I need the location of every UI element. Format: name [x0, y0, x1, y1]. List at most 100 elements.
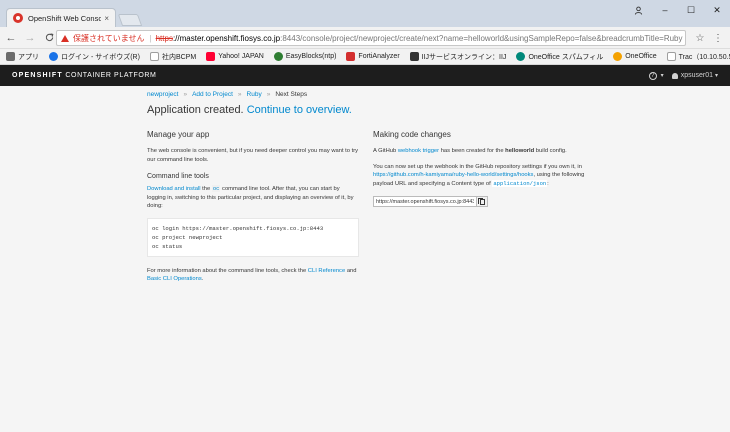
setup-paragraph: You can now set up the webhook in the Gi…	[373, 163, 586, 189]
bookmark-item[interactable]: ログイン - サイボウズ(R)	[49, 52, 140, 62]
webhook-paragraph: A GitHub webhook trigger has been create…	[373, 147, 586, 156]
new-tab-button[interactable]	[117, 14, 143, 26]
cli-heading: Command line tools	[147, 173, 209, 180]
more-info-text: and	[346, 267, 357, 274]
bookmark-label: 社内BCPM	[161, 53, 197, 61]
user-icon	[671, 72, 678, 79]
more-info-text: For more information about the command l…	[147, 267, 307, 274]
continue-to-overview-link[interactable]: Continue to overview.	[247, 104, 352, 116]
masthead: OPENSHIFT CONTAINER PLATFORM ? ▾ xpsuser…	[0, 65, 730, 86]
main-content: newproject » Add to Project » Ruby » Nex…	[0, 86, 730, 432]
webhook-text: has been created for the	[440, 148, 504, 154]
browser-toolbar: ← → 保護されていません | https://master.openshift…	[0, 27, 730, 49]
breadcrumb: newproject » Add to Project » Ruby » Nex…	[147, 91, 307, 98]
cli-instructions: Download and install the oc command line…	[147, 185, 359, 211]
manage-your-app-section: Manage your app The web console is conve…	[147, 130, 359, 284]
code-heading: Making code changes	[373, 130, 451, 139]
iij-icon	[409, 52, 419, 61]
breadcrumb-project[interactable]: newproject	[147, 91, 178, 98]
bookmark-label: FortiAnalyzer	[358, 53, 400, 60]
reload-button[interactable]	[41, 30, 57, 46]
maximize-button[interactable]: ☐	[680, 3, 702, 17]
bookmark-item[interactable]: FortiAnalyzer	[346, 52, 400, 61]
help-icon[interactable]: ?	[648, 71, 657, 80]
account-icon[interactable]	[627, 3, 649, 17]
setup-text: :	[547, 180, 549, 187]
warning-icon	[61, 34, 69, 42]
back-button[interactable]: ←	[3, 30, 19, 46]
easyblocks-icon	[273, 52, 283, 61]
bookmark-item[interactable]: 社内BCPM	[149, 52, 197, 62]
bookmark-item[interactable]: Trac（10.10.50.51）	[666, 52, 730, 62]
breadcrumb-separator: »	[237, 91, 242, 98]
fortinet-icon	[346, 52, 356, 61]
brand-rest: CONTAINER PLATFORM	[62, 72, 157, 79]
brand-logo[interactable]: OPENSHIFT CONTAINER PLATFORM	[12, 72, 156, 79]
oc-code: oc	[211, 185, 221, 192]
manage-heading: Manage your app	[147, 130, 210, 139]
masthead-utility: ? ▾ xpsuser01 ▾	[648, 71, 718, 80]
webhook-text: A GitHub	[373, 148, 397, 154]
page-icon	[666, 52, 676, 61]
forward-button[interactable]: →	[22, 30, 38, 46]
breadcrumb-separator: »	[183, 91, 188, 98]
page-icon	[149, 52, 159, 61]
bookmark-item[interactable]: アプリ	[6, 52, 39, 62]
breadcrumb-add-to-project[interactable]: Add to Project	[192, 91, 233, 98]
clipboard-icon	[477, 197, 485, 205]
setup-text: You can now set up the webhook in the Gi…	[373, 163, 582, 170]
cli-text: the	[202, 186, 211, 192]
url-separator: |	[149, 33, 152, 43]
bookmark-item[interactable]: OneOffice	[613, 52, 657, 61]
bookmark-item[interactable]: Yahoo! JAPAN	[206, 52, 264, 61]
webhook-trigger-link[interactable]: webhook trigger	[398, 148, 439, 154]
openshift-favicon-icon	[13, 13, 23, 23]
more-info: For more information about the command l…	[147, 267, 359, 284]
oneoffice-icon	[613, 52, 623, 61]
oneoffice-spam-icon	[516, 52, 526, 61]
url-path: :8443/console/project/newproject/create/…	[280, 33, 683, 43]
tab-title: OpenShift Web Console	[28, 13, 102, 23]
content-type-code: application/json	[492, 179, 548, 187]
user-menu[interactable]: xpsuser01	[681, 72, 713, 79]
browser-tab[interactable]: OpenShift Web Console ×	[6, 8, 116, 27]
apps-grid-icon	[6, 52, 15, 61]
bookmark-item[interactable]: OneOffice スパムフィル	[516, 52, 603, 62]
tab-close-icon[interactable]: ×	[104, 14, 109, 23]
download-install-link[interactable]: Download and install	[147, 186, 201, 192]
bookmark-item[interactable]: IIJサービスオンライン：IIJ	[409, 52, 506, 62]
breadcrumb-current: Next Steps	[275, 91, 308, 98]
bookmark-label: EasyBlocks(ntp)	[285, 53, 337, 60]
minimize-button[interactable]: –	[654, 3, 676, 17]
repo-settings-link[interactable]: https://github.com/h-kamiyama/ruby-hello…	[373, 172, 533, 178]
help-chevron-down-icon[interactable]: ▾	[661, 72, 664, 79]
address-bar[interactable]: 保護されていません | https://master.openshift.fio…	[56, 30, 686, 46]
security-status[interactable]: 保護されていません	[73, 33, 145, 44]
copy-to-clipboard-button[interactable]	[477, 196, 488, 207]
bookmark-label: Trac（10.10.50.51）	[678, 53, 730, 61]
breadcrumb-separator: »	[266, 91, 271, 98]
manage-intro: The web console is convenient, but if yo…	[147, 148, 359, 163]
yahoo-icon	[206, 52, 216, 61]
breadcrumb-ruby[interactable]: Ruby	[247, 91, 262, 98]
webhook-text: build config.	[535, 148, 567, 154]
cli-commands: oc login https://master.openshift.fiosys…	[147, 217, 359, 257]
bookmark-star-icon[interactable]: ☆	[692, 30, 708, 46]
bookmark-label: ログイン - サイボウズ(R)	[61, 53, 140, 61]
making-code-changes-section: Making code changes A GitHub webhook tri…	[373, 130, 586, 207]
browser-menu-icon[interactable]: ⋮	[710, 30, 726, 46]
bookmark-label: アプリ	[18, 53, 39, 61]
basic-cli-operations-link[interactable]: Basic CLI Operations	[147, 276, 202, 282]
close-window-button[interactable]: ✕	[706, 3, 728, 17]
page-title: Application created. Continue to overvie…	[147, 104, 352, 116]
browser-tab-strip: OpenShift Web Console × – ☐ ✕	[0, 0, 730, 27]
brand-bold: OPENSHIFT	[12, 72, 63, 79]
cybozu-icon	[49, 52, 58, 61]
bookmark-label: Yahoo! JAPAN	[218, 53, 264, 60]
user-chevron-down-icon[interactable]: ▾	[715, 72, 718, 79]
bookmarks-bar: アプリ ログイン - サイボウズ(R) 社内BCPM Yahoo! JAPAN …	[0, 49, 730, 65]
build-config-name: helloworld	[505, 148, 535, 154]
cli-reference-link[interactable]: CLI Reference	[308, 268, 345, 274]
payload-url-input[interactable]	[373, 196, 477, 207]
bookmark-item[interactable]: EasyBlocks(ntp)	[273, 52, 337, 61]
